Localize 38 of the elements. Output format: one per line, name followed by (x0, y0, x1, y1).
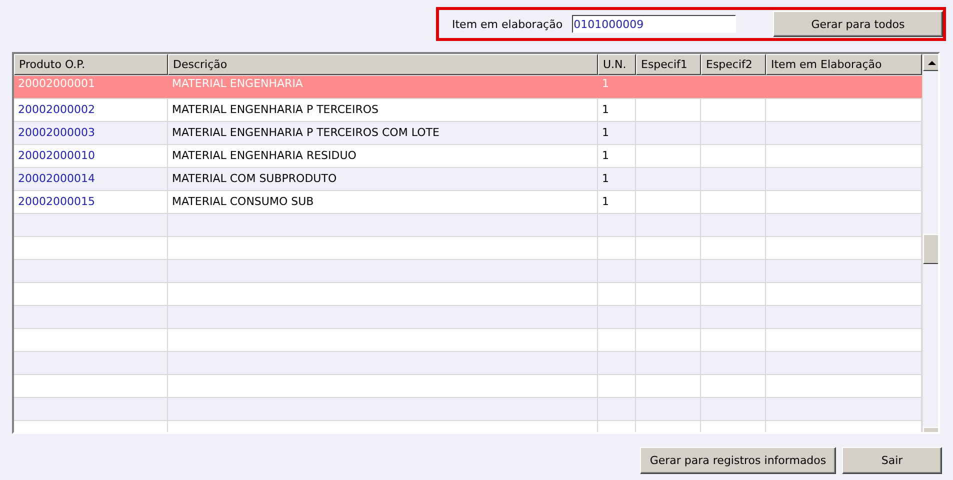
column-header[interactable]: Especif1 (636, 54, 701, 75)
column-header[interactable]: Produto O.P. (14, 54, 168, 75)
table-cell: 1 (598, 122, 636, 144)
table-cell: MATERIAL CONSUMO SUB (168, 191, 598, 213)
column-header[interactable]: U.N. (598, 54, 636, 75)
table-cell: 20002000015 (14, 191, 168, 213)
scroll-thumb[interactable] (923, 234, 938, 264)
column-header[interactable]: Descrição (168, 54, 598, 75)
column-header[interactable]: Especif2 (701, 54, 766, 75)
generate-all-button[interactable]: Gerar para todos (773, 11, 943, 37)
table-row[interactable]: 20002000010 MATERIAL ENGENHARIA RESIDUO 1 (14, 145, 922, 168)
table-cell: 20002000010 (14, 145, 168, 167)
scrollbar[interactable] (922, 54, 938, 432)
table-cell: MATERIAL COM SUBPRODUTO (168, 168, 598, 190)
table-cell: MATERIAL ENGENHARIA P TERCEIROS (168, 99, 598, 121)
table-cell: MATERIAL ENGENHARIA P TERCEIROS COM LOTE (168, 122, 598, 144)
item-label: Item em elaboração (452, 18, 563, 30)
table-cell: 20002000002 (14, 99, 168, 121)
table-cell-text: 1 (601, 76, 610, 92)
column-header[interactable]: Item em Elaboração (766, 54, 922, 75)
table-cell: 1 (598, 168, 636, 190)
table-row[interactable]: 20002000003 MATERIAL ENGENHARIA P TERCEIROS COM LOTE 1 (14, 122, 922, 145)
table-cell: 1 (598, 145, 636, 167)
table-cell: 1 (598, 99, 636, 121)
table-cell: MATERIAL ENGENHARIA RESIDUO (168, 145, 598, 167)
up-arrow-icon (928, 60, 936, 64)
scroll-up-button[interactable] (923, 54, 938, 71)
table-cell: 1 (598, 191, 636, 213)
table-row[interactable]: 20002000014 MATERIAL COM SUBPRODUTO 1 (14, 168, 922, 191)
action-button[interactable]: Sair (842, 447, 942, 474)
table-cell: 20002000014 (14, 168, 168, 190)
table-row[interactable]: 20002000015 MATERIAL CONSUMO SUB 1 (14, 191, 922, 214)
table-row[interactable]: 20002000002 MATERIAL ENGENHARIA P TERCEIROS 1 (14, 99, 922, 122)
table-cell-text: MATERIAL ENGENHARIA (171, 76, 304, 92)
item-input[interactable]: 0101000009 (572, 15, 736, 33)
table-cell-text: 20002000001 (17, 76, 96, 92)
table-cell: 20002000003 (14, 122, 168, 144)
action-button[interactable]: Gerar para registros informados (640, 447, 836, 474)
